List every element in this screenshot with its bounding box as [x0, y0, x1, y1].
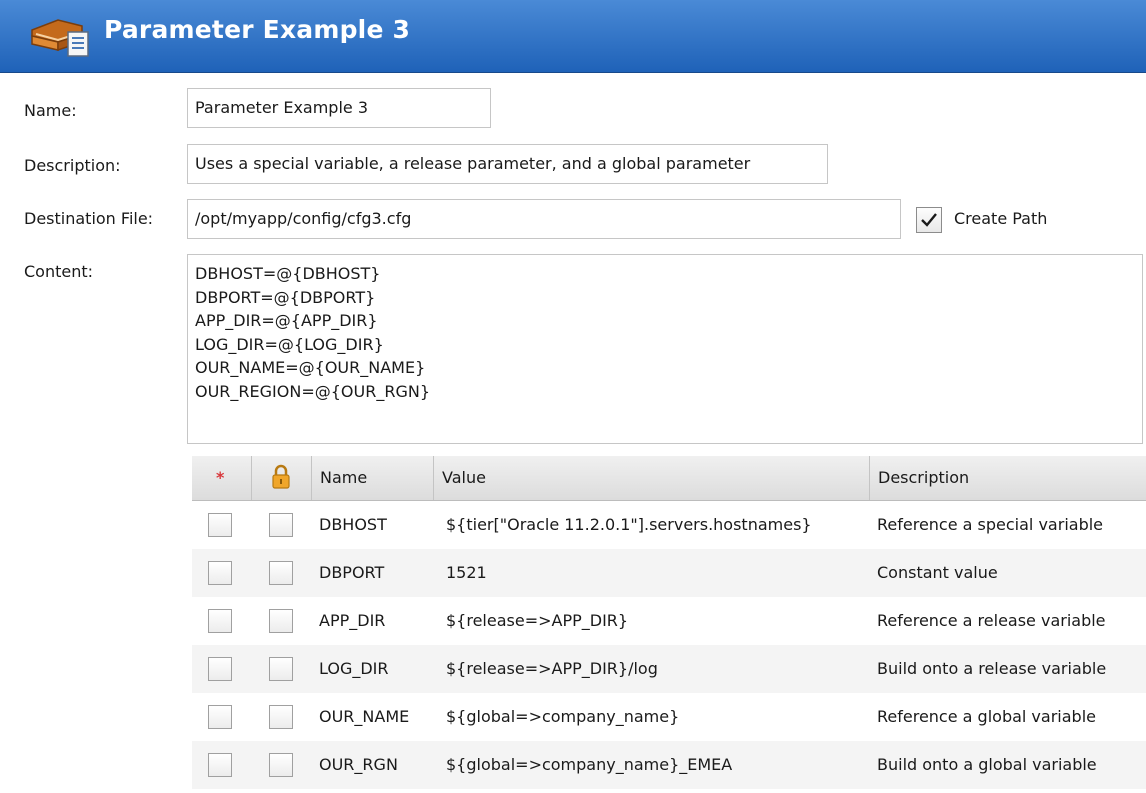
- param-description: Reference a release variable: [877, 611, 1106, 630]
- locked-checkbox[interactable]: [269, 609, 293, 633]
- value-column-header[interactable]: Value: [434, 456, 870, 500]
- locked-checkbox[interactable]: [269, 561, 293, 585]
- required-checkbox[interactable]: [208, 609, 232, 633]
- checkmark-icon: [921, 213, 937, 227]
- param-value: ${release=>APP_DIR}/log: [446, 659, 658, 678]
- book-document-icon: [31, 19, 89, 57]
- name-column-header[interactable]: Name: [312, 456, 434, 500]
- content-line: DBPORT=@{DBPORT}: [195, 287, 376, 307]
- content-label: Content:: [24, 262, 94, 281]
- description-field[interactable]: Uses a special variable, a release param…: [187, 144, 828, 184]
- create-path-label[interactable]: Create Path: [954, 209, 1047, 228]
- param-name: OUR_RGN: [319, 755, 398, 774]
- param-description: Constant value: [877, 563, 998, 582]
- required-checkbox[interactable]: [208, 561, 232, 585]
- locked-checkbox[interactable]: [269, 753, 293, 777]
- locked-column-header[interactable]: [252, 456, 312, 500]
- content-line: OUR_REGION=@{OUR_RGN}: [195, 381, 430, 401]
- required-checkbox[interactable]: [208, 513, 232, 537]
- table-row[interactable]: DBPORT 1521 Constant value: [192, 549, 1146, 597]
- create-path-checkbox[interactable]: [916, 207, 942, 233]
- param-value: ${global=>company_name}: [446, 707, 680, 726]
- parameters-grid: * Name Value Description DBHOST ${tier["…: [192, 456, 1146, 793]
- required-checkbox[interactable]: [208, 705, 232, 729]
- name-field[interactable]: Parameter Example 3: [187, 88, 491, 128]
- param-value: ${global=>company_name}_EMEA: [446, 755, 733, 774]
- window-title: Parameter Example 3: [104, 15, 411, 44]
- table-row[interactable]: OUR_NAME ${global=>company_name} Referen…: [192, 693, 1146, 741]
- content-line: DBHOST=@{DBHOST}: [195, 264, 381, 283]
- param-value: ${tier["Oracle 11.2.0.1"].servers.hostna…: [446, 515, 812, 534]
- param-name: OUR_NAME: [319, 707, 410, 726]
- grid-header: * Name Value Description: [192, 456, 1146, 501]
- destination-file-label: Destination File:: [24, 209, 154, 228]
- param-value: ${release=>APP_DIR}: [446, 611, 629, 630]
- param-name: DBPORT: [319, 563, 385, 582]
- name-label: Name:: [24, 101, 77, 120]
- table-row[interactable]: LOG_DIR ${release=>APP_DIR}/log Build on…: [192, 645, 1146, 693]
- table-row[interactable]: OUR_RGN ${global=>company_name}_EMEA Bui…: [192, 741, 1146, 789]
- description-label: Description:: [24, 156, 121, 175]
- param-name: LOG_DIR: [319, 659, 389, 678]
- param-description: Reference a global variable: [877, 707, 1096, 726]
- table-row[interactable]: APP_DIR ${release=>APP_DIR} Reference a …: [192, 597, 1146, 645]
- param-description: Build onto a release variable: [877, 659, 1107, 678]
- content-line: OUR_NAME=@{OUR_NAME}: [195, 358, 426, 377]
- table-row[interactable]: DBHOST ${tier["Oracle 11.2.0.1"].servers…: [192, 501, 1146, 549]
- content-textarea[interactable]: DBHOST=@{DBHOST} DBPORT=@{DBPORT} APP_DI…: [187, 254, 1143, 444]
- locked-checkbox[interactable]: [269, 705, 293, 729]
- required-asterisk: *: [216, 468, 225, 487]
- title-bar: Parameter Example 3: [0, 0, 1146, 73]
- param-name: APP_DIR: [319, 611, 386, 630]
- locked-checkbox[interactable]: [269, 657, 293, 681]
- content-line: LOG_DIR=@{LOG_DIR}: [195, 334, 384, 354]
- param-description: Build onto a global variable: [877, 755, 1097, 774]
- param-description: Reference a special variable: [877, 515, 1104, 534]
- content-line: APP_DIR=@{APP_DIR}: [195, 311, 378, 330]
- description-column-header[interactable]: Description: [870, 456, 1146, 500]
- destination-file-field[interactable]: /opt/myapp/config/cfg3.cfg: [187, 199, 901, 239]
- param-name: DBHOST: [319, 515, 387, 534]
- locked-checkbox[interactable]: [269, 513, 293, 537]
- required-checkbox[interactable]: [208, 657, 232, 681]
- required-checkbox[interactable]: [208, 753, 232, 777]
- lock-icon: [272, 464, 290, 489]
- param-value: 1521: [446, 563, 487, 582]
- required-column-header[interactable]: *: [192, 456, 252, 500]
